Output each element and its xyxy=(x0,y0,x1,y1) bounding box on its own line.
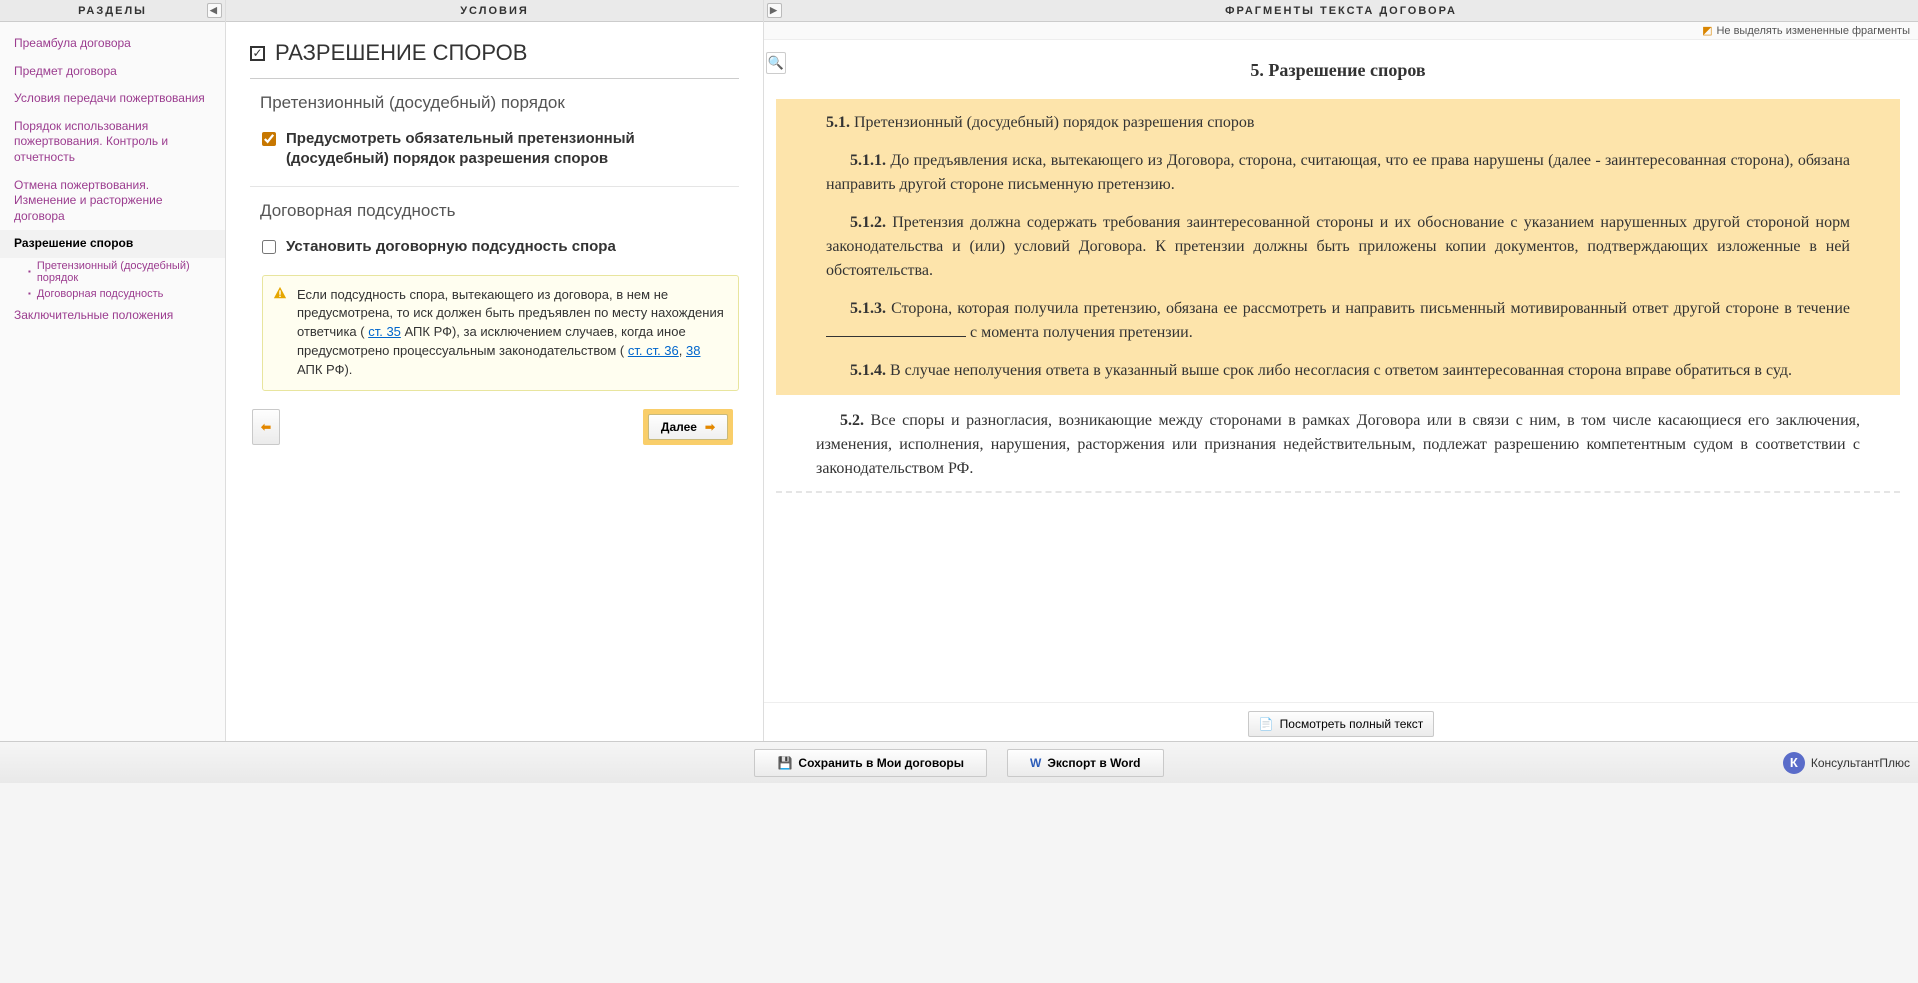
group-title: Претензионный (досудебный) порядок xyxy=(250,93,739,113)
view-full-text-button[interactable]: 📄 Посмотреть полный текст xyxy=(1248,711,1435,737)
arrow-left-icon: ⬅ xyxy=(261,420,271,434)
highlight-icon: ◩ xyxy=(1702,24,1712,37)
paragraph: 5.2. Все споры и разногласия, возникающи… xyxy=(806,407,1870,483)
save-icon: 💾 xyxy=(777,756,792,770)
arrow-right-icon: ➡ xyxy=(705,420,715,434)
bottom-toolbar: 💾 Сохранить в Мои договоры W Экспорт в W… xyxy=(0,741,1918,783)
brand-logo: К КонсультантПлюс xyxy=(1783,752,1910,774)
blank-field[interactable] xyxy=(826,336,966,337)
group-title: Договорная подсудность xyxy=(250,201,739,221)
nav-item[interactable]: Предмет договора xyxy=(0,58,225,86)
law-link[interactable]: ст. 35 xyxy=(368,324,401,339)
info-box: Если подсудность спора, вытекающего из д… xyxy=(262,275,739,391)
highlighted-block: 5.1. Претензионный (досудебный) порядок … xyxy=(776,99,1900,395)
paragraph: 5.1.3. Сторона, которая получила претенз… xyxy=(816,295,1860,347)
fragments-header-label: ФРАГМЕНТЫ ТЕКСТА ДОГОВОРА xyxy=(1225,5,1457,17)
divider xyxy=(250,186,739,187)
conditions-header: УСЛОВИЯ xyxy=(226,0,763,22)
next-button[interactable]: Далее➡ xyxy=(648,414,728,440)
nav-item[interactable]: Заключительные положения xyxy=(0,302,225,330)
paragraph: 5.1.4. В случае неполучения ответа в ука… xyxy=(816,357,1860,385)
paragraph: 5.1.2. Претензия должна содержать требов… xyxy=(816,209,1860,285)
nav-item[interactable]: Преамбула договора xyxy=(0,30,225,58)
word-icon: W xyxy=(1030,756,1041,770)
option-pretrial-label: Предусмотреть обязательный претензионный… xyxy=(286,129,739,168)
toggle-highlight-button[interactable]: ◩ Не выделять измененные фрагменты xyxy=(1702,24,1910,37)
document-zoom-icon[interactable]: 🔍 xyxy=(766,52,786,74)
next-button-highlight: Далее➡ xyxy=(643,409,733,445)
export-word-button[interactable]: W Экспорт в Word xyxy=(1007,749,1164,777)
nav-subitem[interactable]: Претензионный (досудебный) порядок xyxy=(0,258,225,286)
document-icon: 📄 xyxy=(1259,717,1274,731)
save-button[interactable]: 💾 Сохранить в Мои договоры xyxy=(754,749,987,777)
back-button[interactable]: ⬅ xyxy=(252,409,280,445)
torn-edge xyxy=(776,483,1900,501)
sections-header: РАЗДЕЛЫ ◀ xyxy=(0,0,225,22)
collapse-left-icon[interactable]: ◀ xyxy=(207,3,222,18)
divider xyxy=(250,78,739,79)
check-icon: ✓ xyxy=(250,46,265,61)
paragraph: 5.1. Претензионный (досудебный) порядок … xyxy=(816,109,1860,137)
nav-subitem[interactable]: Договорная подсудность xyxy=(0,286,225,302)
option-pretrial-checkbox[interactable] xyxy=(262,132,276,146)
law-link[interactable]: ст. ст. 36 xyxy=(628,343,679,358)
law-link[interactable]: 38 xyxy=(686,343,700,358)
section-title: ✓ РАЗРЕШЕНИЕ СПОРОВ xyxy=(250,40,739,66)
brand-icon: К xyxy=(1783,752,1805,774)
nav-item-active[interactable]: Разрешение споров xyxy=(0,230,225,258)
paragraph: 5.1.1. До предъявления иска, вытекающего… xyxy=(816,147,1860,199)
collapse-right-icon[interactable]: ▶ xyxy=(767,3,782,18)
fragments-header: ▶ ФРАГМЕНТЫ ТЕКСТА ДОГОВОРА xyxy=(764,0,1918,22)
sections-nav: Преамбула договора Предмет договора Усло… xyxy=(0,22,225,338)
nav-item[interactable]: Отмена пожертвования. Изменение и растор… xyxy=(0,172,225,231)
nav-item[interactable]: Условия передачи пожертвования xyxy=(0,85,225,113)
nav-item[interactable]: Порядок использования пожертвования. Кон… xyxy=(0,113,225,172)
option-jurisdiction-checkbox[interactable] xyxy=(262,240,276,254)
sections-header-label: РАЗДЕЛЫ xyxy=(78,5,147,17)
fragment-title: 5. Разрешение споров xyxy=(776,60,1900,81)
conditions-header-label: УСЛОВИЯ xyxy=(460,5,529,17)
option-jurisdiction-label: Установить договорную подсудность спора xyxy=(286,237,616,257)
warning-icon xyxy=(273,286,287,300)
